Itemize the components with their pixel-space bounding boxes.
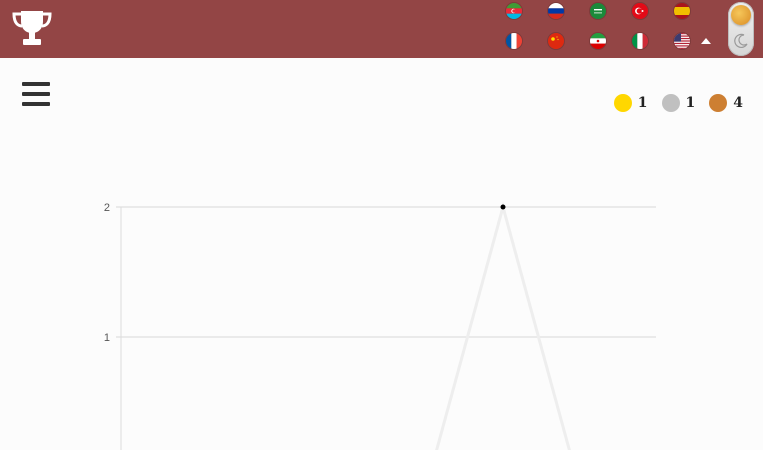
series-layer (435, 201, 571, 450)
data-point[interactable] (500, 204, 506, 210)
y-tick-label: 1 (104, 332, 110, 344)
line-chart: 2 1 (104, 201, 656, 450)
series-line (435, 201, 571, 450)
y-tick-label: 2 (104, 202, 110, 214)
